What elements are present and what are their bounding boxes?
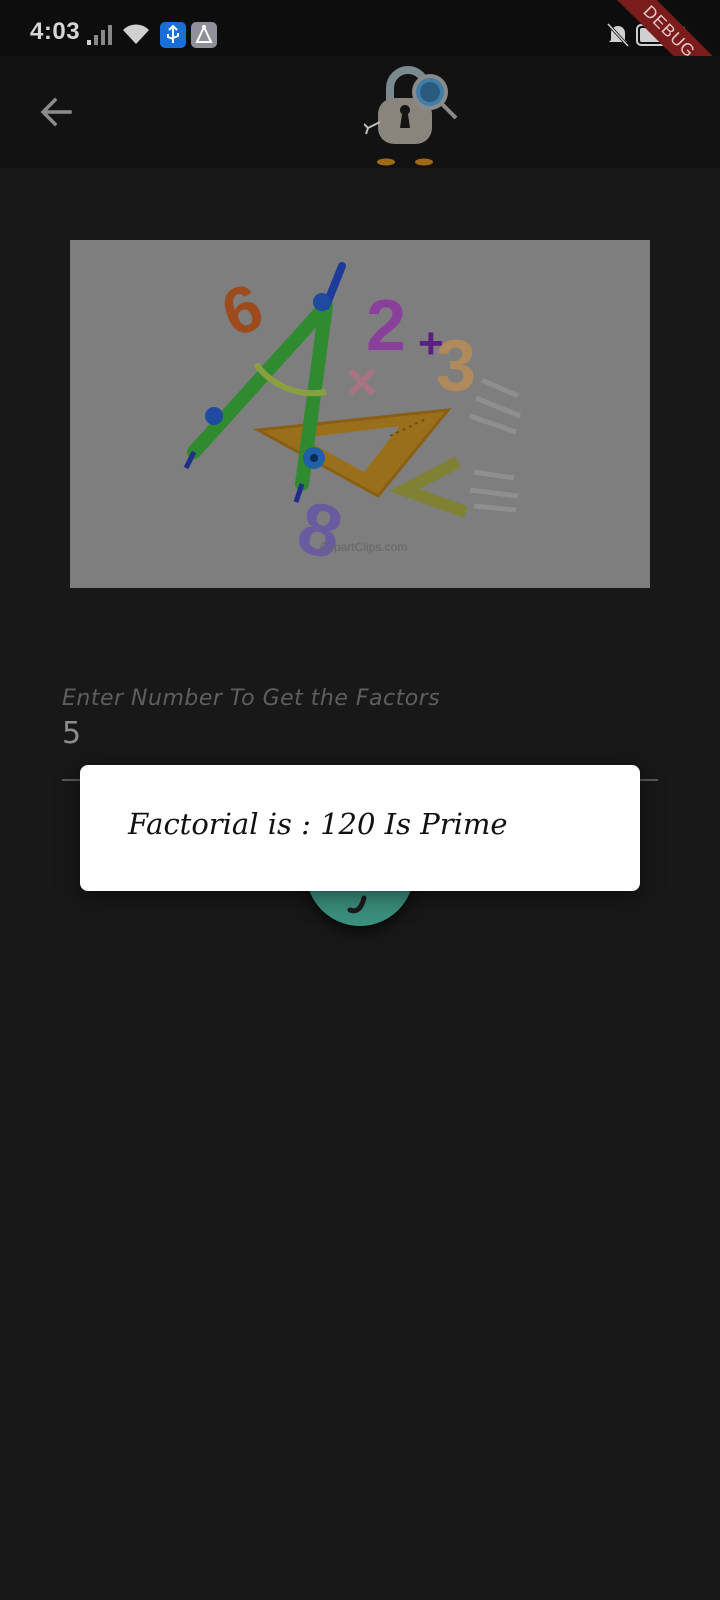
result-dialog: Factorial is : 120 Is Prime: [80, 765, 640, 891]
screen: 4:03 DEBUG 6 2 + 3 × 8 ClipartClips.com …: [0, 0, 720, 1600]
result-message: Factorial is : 120 Is Prime: [128, 807, 508, 841]
